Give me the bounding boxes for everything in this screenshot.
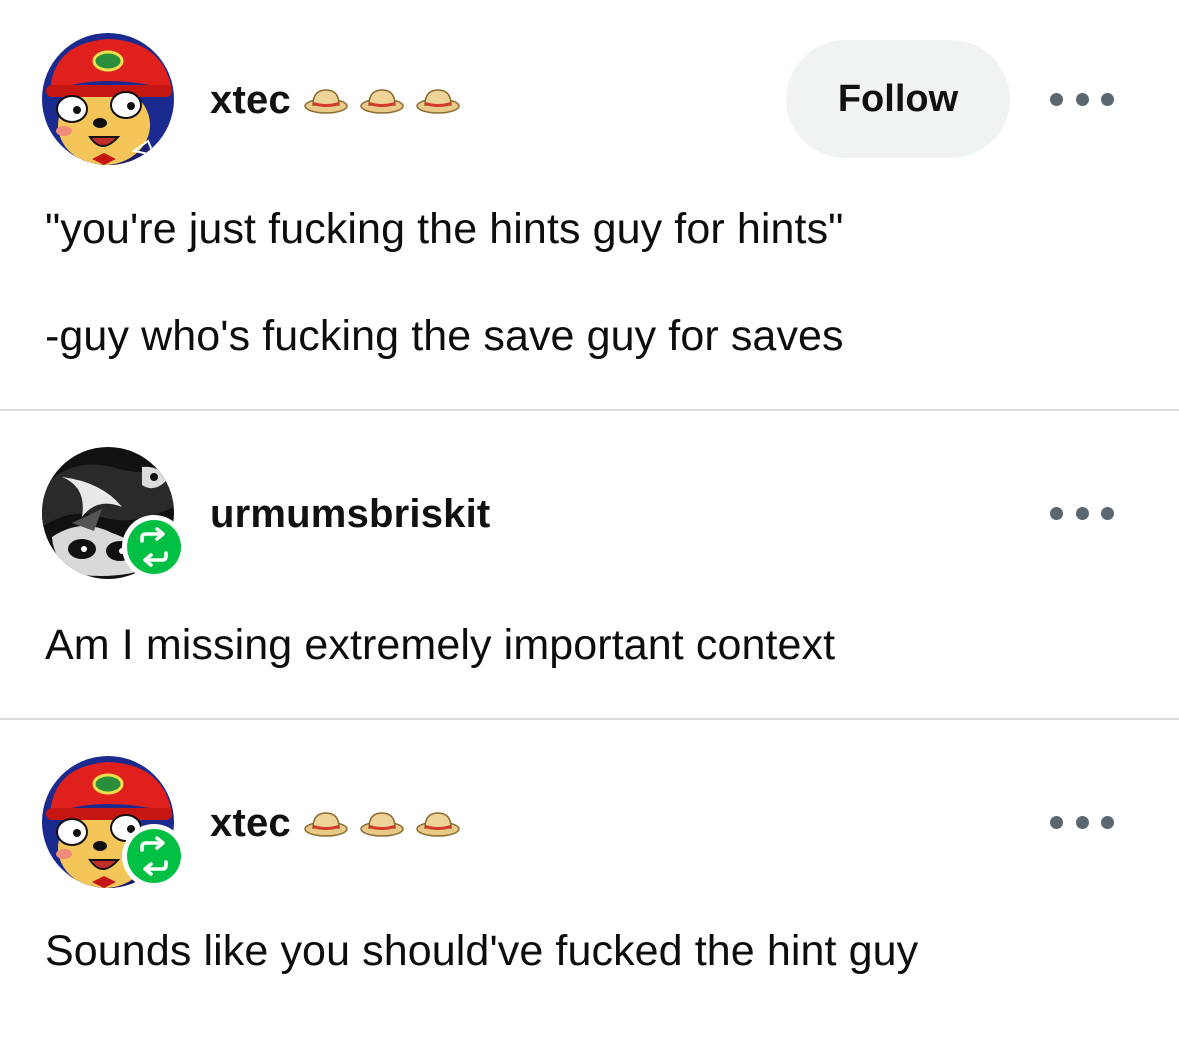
straw-hat-icon: [360, 812, 404, 837]
post-text-line: Sounds like you should've fucked the hin…: [45, 927, 919, 975]
post-reblog: urmumsbriskit Am I missing extremely imp…: [0, 411, 1179, 719]
avatar[interactable]: [42, 33, 174, 165]
straw-hat-icon: [304, 812, 348, 837]
post-text-line: "you're just fucking the hints guy for h…: [45, 205, 844, 253]
username-row: xtec: [210, 798, 461, 848]
username-row: xtec: [210, 75, 461, 125]
straw-hat-icon: [416, 812, 460, 837]
username-row: urmumsbriskit: [210, 489, 490, 539]
reblog-icon: [140, 836, 168, 876]
username-decoration: [303, 85, 461, 115]
username-decoration: [303, 808, 461, 838]
reblog-badge: [122, 824, 186, 888]
username[interactable]: urmumsbriskit: [210, 492, 490, 537]
straw-hat-icon: [304, 89, 348, 114]
straw-hat-icon: [360, 89, 404, 114]
reblog-badge: [122, 515, 186, 579]
more-options-icon[interactable]: [1050, 503, 1114, 523]
username[interactable]: xtec: [210, 78, 291, 123]
straw-hat-icon: [416, 89, 460, 114]
more-options-icon[interactable]: [1050, 812, 1114, 832]
post-text-line: Am I missing extremely important context: [45, 621, 836, 669]
post-reblog: xtec Sounds like you should've fucked th…: [0, 720, 1179, 1064]
username[interactable]: xtec: [210, 801, 291, 846]
reblog-icon: [140, 527, 168, 567]
parappa-avatar-icon: [42, 33, 174, 165]
post-text-line: -guy who's fucking the save guy for save…: [45, 312, 844, 360]
post-original: xtec Follow "you're just fucking the hin…: [0, 0, 1179, 410]
more-options-icon[interactable]: [1050, 89, 1114, 109]
follow-button[interactable]: Follow: [786, 40, 1010, 158]
